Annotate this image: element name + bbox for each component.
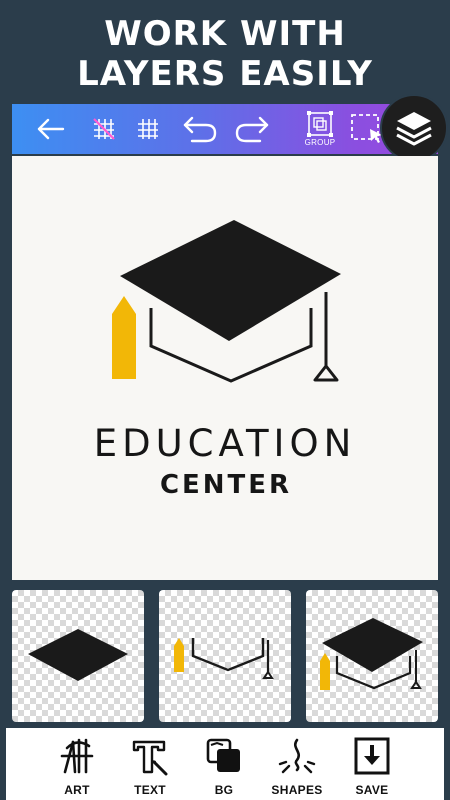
nav-bg[interactable]: BG [189,728,259,800]
group-label: GROUP [304,138,336,147]
art-icon [60,738,94,774]
back-button[interactable] [34,104,66,154]
nav-text-label: TEXT [134,783,166,797]
redo-button[interactable] [232,104,272,154]
group-icon [307,111,333,137]
undo-button[interactable] [180,104,220,154]
redo-icon [235,116,269,143]
headline-line-1: WORK WITH [104,14,346,54]
grid-off-button[interactable] [90,104,118,154]
nav-shapes[interactable]: SHAPES [262,728,332,800]
editor-toolbar: GROUP [12,104,438,154]
group-button[interactable]: GROUP [300,104,340,154]
promo-headline: WORK WITH LAYERS EASILY [0,14,450,94]
grid-icon [138,119,158,139]
design-canvas[interactable] [12,156,438,580]
cap-base-layer-preview [174,638,274,679]
layers-icon [396,112,432,146]
full-cap-layer-preview [320,618,423,690]
nav-save-label: SAVE [355,783,389,797]
save-icon [354,737,390,775]
graduation-cap-icon[interactable] [12,156,438,416]
arrow-left-icon [37,118,65,140]
shapes-icon [278,738,316,774]
background-icon [206,738,240,772]
nav-bg-label: BG [214,783,234,797]
layers-button[interactable] [380,94,448,162]
canvas-subtitle-text[interactable]: CENTER [0,470,450,500]
grid-off-icon [93,118,115,140]
layer-thumb-full-cap[interactable] [306,590,438,722]
text-icon [132,740,168,776]
undo-icon [183,116,217,143]
layer-thumb-cap-base[interactable] [159,590,291,722]
canvas-title-text[interactable]: EDUCATION [0,424,450,464]
headline-line-2: LAYERS EASILY [77,54,373,94]
layer-thumb-cap-top[interactable] [12,590,144,722]
nav-save[interactable]: SAVE [337,728,407,800]
nav-shapes-label: SHAPES [271,783,323,797]
nav-art-label: ART [64,783,90,797]
cap-top-layer-preview [28,629,128,681]
bottom-nav: ART TEXT BG SHAPES SAVE [0,728,450,800]
grid-button[interactable] [134,104,162,154]
nav-art[interactable]: ART [42,728,112,800]
nav-text[interactable]: TEXT [115,728,185,800]
